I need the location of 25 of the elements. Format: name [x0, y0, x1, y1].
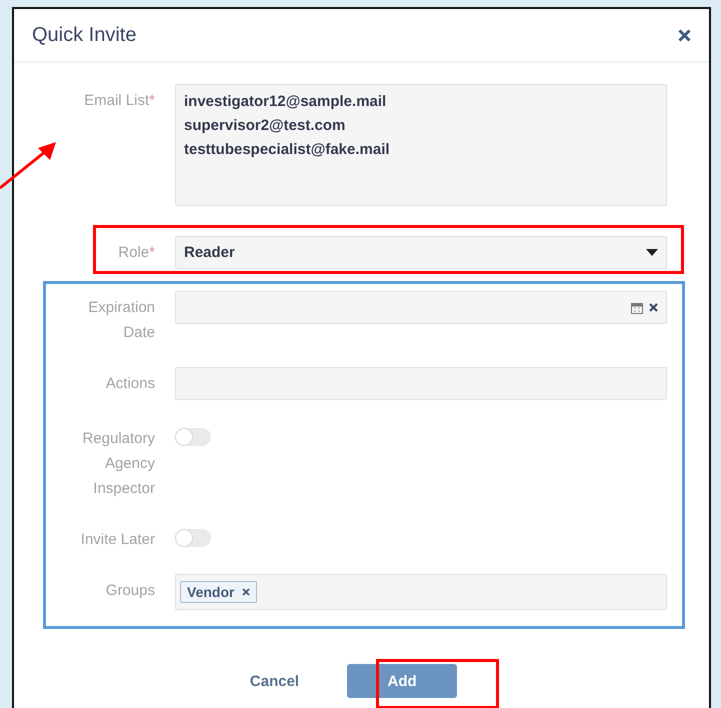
caret-icon	[646, 249, 658, 256]
field-label: Groups	[106, 581, 155, 601]
cancel-button[interactable]: Cancel	[246, 668, 304, 694]
field-label: Invite Later	[80, 530, 155, 550]
role-dropdown[interactable]: Reader	[175, 236, 667, 269]
tag-label: Vendor	[187, 584, 234, 600]
close-icon[interactable]	[678, 28, 691, 42]
actions-field[interactable]	[175, 367, 667, 400]
date-field[interactable]	[175, 291, 667, 324]
dialog-title: Quick Invite	[32, 24, 138, 46]
pointer-arrow	[0, 140, 58, 190]
toggle-switch[interactable]	[175, 428, 211, 446]
required-asterisk: *	[149, 244, 155, 261]
email-list-field[interactable]: investigator12@sample.mail supervisor2@test.com testtubespecialist@fake.mail	[175, 84, 667, 206]
field-label: Regulatory Agency Inspector	[81, 429, 155, 499]
toggle-switch[interactable]	[175, 529, 211, 547]
calendar-icon[interactable]	[631, 302, 643, 314]
clear-icon[interactable]	[649, 303, 658, 312]
remove-icon[interactable]	[242, 588, 250, 596]
groups-field[interactable]: Vendor	[175, 574, 667, 610]
field-label: Expiration Date	[87, 298, 155, 343]
field-label: Role*	[118, 243, 155, 263]
field-label: Actions	[106, 374, 155, 394]
required-asterisk: *	[149, 92, 155, 109]
field-label: Email List*	[84, 91, 155, 111]
